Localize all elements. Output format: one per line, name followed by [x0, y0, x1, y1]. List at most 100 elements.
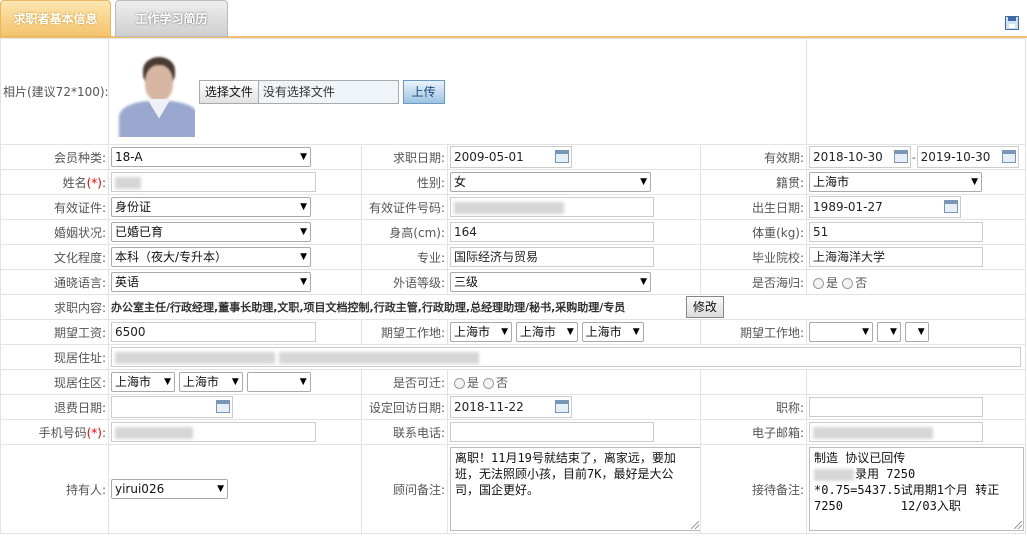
gender-label: 性别: [361, 169, 448, 195]
calendar-icon[interactable] [944, 200, 959, 213]
valid-period-label: 有效期: [699, 144, 808, 170]
title-label: 职称: [699, 394, 808, 420]
id-number-label: 有效证件号码: [361, 194, 448, 220]
job-content-label: 求职内容: [0, 294, 109, 320]
email-field[interactable] [809, 422, 984, 442]
gender-select[interactable]: 女 ▼ [450, 172, 651, 192]
visa-yes-radio[interactable] [454, 377, 465, 389]
major-label: 专业: [361, 244, 448, 270]
tab-work-history[interactable]: 工作学习简历 [115, 0, 228, 37]
tab-basic-info[interactable]: 求职者基本信息 [0, 0, 111, 37]
chevron-down-icon: ▼ [971, 177, 979, 187]
origin-select[interactable]: 上海市 ▼ [809, 172, 983, 192]
applicant-form: 相片(建议72*100): 选择文件 没有选择文件 上传 会员种类: 18-A ▼ … [0, 38, 1027, 534]
district-label: 现居住区: [0, 369, 109, 395]
returnee-yes-label: 是 [826, 275, 839, 290]
chevron-down-icon: ▼ [566, 327, 574, 337]
id-number-field[interactable] [450, 197, 654, 217]
owner-select[interactable]: yirui026 ▼ [111, 479, 228, 499]
work-place1-province[interactable]: 上海市 ▼ [450, 322, 512, 342]
chevron-down-icon: ▼ [889, 327, 897, 337]
advisor-note-label: 顾问备注: [361, 444, 448, 534]
visa-yes-label: 是 [467, 375, 480, 390]
district-area[interactable]: ▼ [246, 372, 311, 392]
mobile-field[interactable] [111, 422, 316, 442]
chevron-down-icon: ▼ [300, 252, 307, 262]
upload-button[interactable]: 上传 [402, 79, 445, 104]
work-place1-city[interactable]: 上海市 ▼ [515, 322, 578, 342]
visa-label: 是否可迁: [361, 369, 448, 395]
calendar-icon[interactable] [1001, 150, 1016, 163]
chevron-down-icon: ▼ [917, 327, 925, 337]
apply-date-input[interactable]: 2009-05-01 [450, 146, 572, 168]
calendar-icon[interactable] [555, 150, 569, 163]
chevron-down-icon: ▼ [299, 377, 307, 387]
callback-date-label: 设定回访日期: [361, 394, 448, 420]
language-select[interactable]: 英语 ▼ [111, 272, 311, 292]
id-type-label: 有效证件: [0, 194, 109, 220]
lang-level-select[interactable]: 三级 ▼ [450, 272, 651, 292]
valid-from-input[interactable]: 2018-10-30 [809, 146, 912, 168]
district-province[interactable]: 上海市 ▼ [111, 372, 175, 392]
chevron-down-icon: ▼ [640, 177, 647, 187]
reception-note-textarea[interactable]: 制造 协议已回传 录用 7250 *0.75=5437.5试用期1个月 转正 7250… [809, 447, 1025, 531]
avatar [115, 51, 195, 137]
chevron-down-icon: ▼ [300, 202, 307, 212]
chevron-down-icon: ▼ [300, 152, 307, 162]
address-field[interactable] [111, 347, 1021, 367]
work-place2-city[interactable]: ▼ [876, 322, 901, 342]
returnee-no-label: 否 [855, 275, 868, 290]
language-label: 通晓语言: [0, 269, 109, 295]
id-type-select[interactable]: 身份证 ▼ [111, 197, 311, 217]
photo-label: 相片(建议72*100): [0, 38, 109, 145]
callback-date-input[interactable]: 2018-11-22 [450, 396, 572, 418]
returnee-yes-radio[interactable] [813, 277, 825, 289]
weight-label: 体重(kg): [699, 219, 808, 245]
owner-label: 持有人: [0, 444, 109, 534]
height-field[interactable]: 164 [450, 222, 654, 242]
member-type-select[interactable]: 18-A ▼ [111, 147, 311, 167]
salary-label: 期望工资: [0, 319, 109, 345]
work-place2-district[interactable]: ▼ [904, 322, 929, 342]
school-field[interactable]: 上海海洋大学 [809, 247, 984, 267]
refund-date-input[interactable] [111, 396, 233, 418]
salary-field[interactable]: 6500 [111, 322, 316, 342]
major-field[interactable]: 国际经济与贸易 [450, 247, 654, 267]
advisor-note-textarea[interactable]: 离职！11月19号就结束了，离家远，要加班，无法照顾小孩，目前7K，最好是大公司… [450, 447, 700, 531]
calendar-icon[interactable] [894, 150, 909, 163]
address-label: 现居住址: [0, 344, 109, 370]
title-field[interactable] [809, 397, 984, 417]
education-select[interactable]: 本科（夜大/专升本） ▼ [111, 247, 311, 267]
lang-level-label: 外语等级: [361, 269, 448, 295]
edit-job-button[interactable]: 修改 [685, 296, 724, 318]
file-input[interactable]: 选择文件 没有选择文件 [198, 79, 399, 104]
phone-field[interactable] [450, 422, 654, 442]
resize-grip-icon[interactable] [691, 521, 699, 529]
marital-select[interactable]: 已婚已育 ▼ [111, 222, 311, 242]
district-city[interactable]: 上海市 ▼ [178, 372, 243, 392]
calendar-icon[interactable] [216, 400, 230, 413]
choose-file-button[interactable]: 选择文件 [199, 80, 259, 103]
chevron-down-icon: ▼ [164, 377, 171, 387]
tab-bar: 求职者基本信息 工作学习简历 [0, 0, 1027, 38]
date-separator: - [912, 152, 916, 164]
chevron-down-icon: ▼ [632, 327, 640, 337]
birth-date-input[interactable]: 1989-01-27 [809, 196, 962, 218]
save-icon[interactable] [1005, 16, 1019, 30]
work-place1-district[interactable]: 上海市 ▼ [581, 322, 644, 342]
work-place1-label: 期望工作地: [361, 319, 448, 345]
email-label: 电子邮箱: [699, 419, 808, 445]
resize-grip-icon[interactable] [1014, 521, 1023, 529]
calendar-icon[interactable] [555, 400, 569, 413]
chevron-down-icon: ▼ [217, 484, 224, 494]
returnee-no-radio[interactable] [842, 277, 854, 289]
chevron-down-icon: ▼ [300, 227, 307, 237]
mobile-label: 手机号码(*): [0, 419, 109, 445]
name-field[interactable] [111, 172, 316, 192]
visa-no-radio[interactable] [483, 377, 495, 389]
origin-label: 籍贯: [699, 169, 808, 195]
work-place2-province[interactable]: ▼ [809, 322, 874, 342]
chevron-down-icon: ▼ [640, 277, 647, 287]
weight-field[interactable]: 51 [809, 222, 984, 242]
valid-to-input[interactable]: 2019-10-30 [916, 146, 1019, 168]
